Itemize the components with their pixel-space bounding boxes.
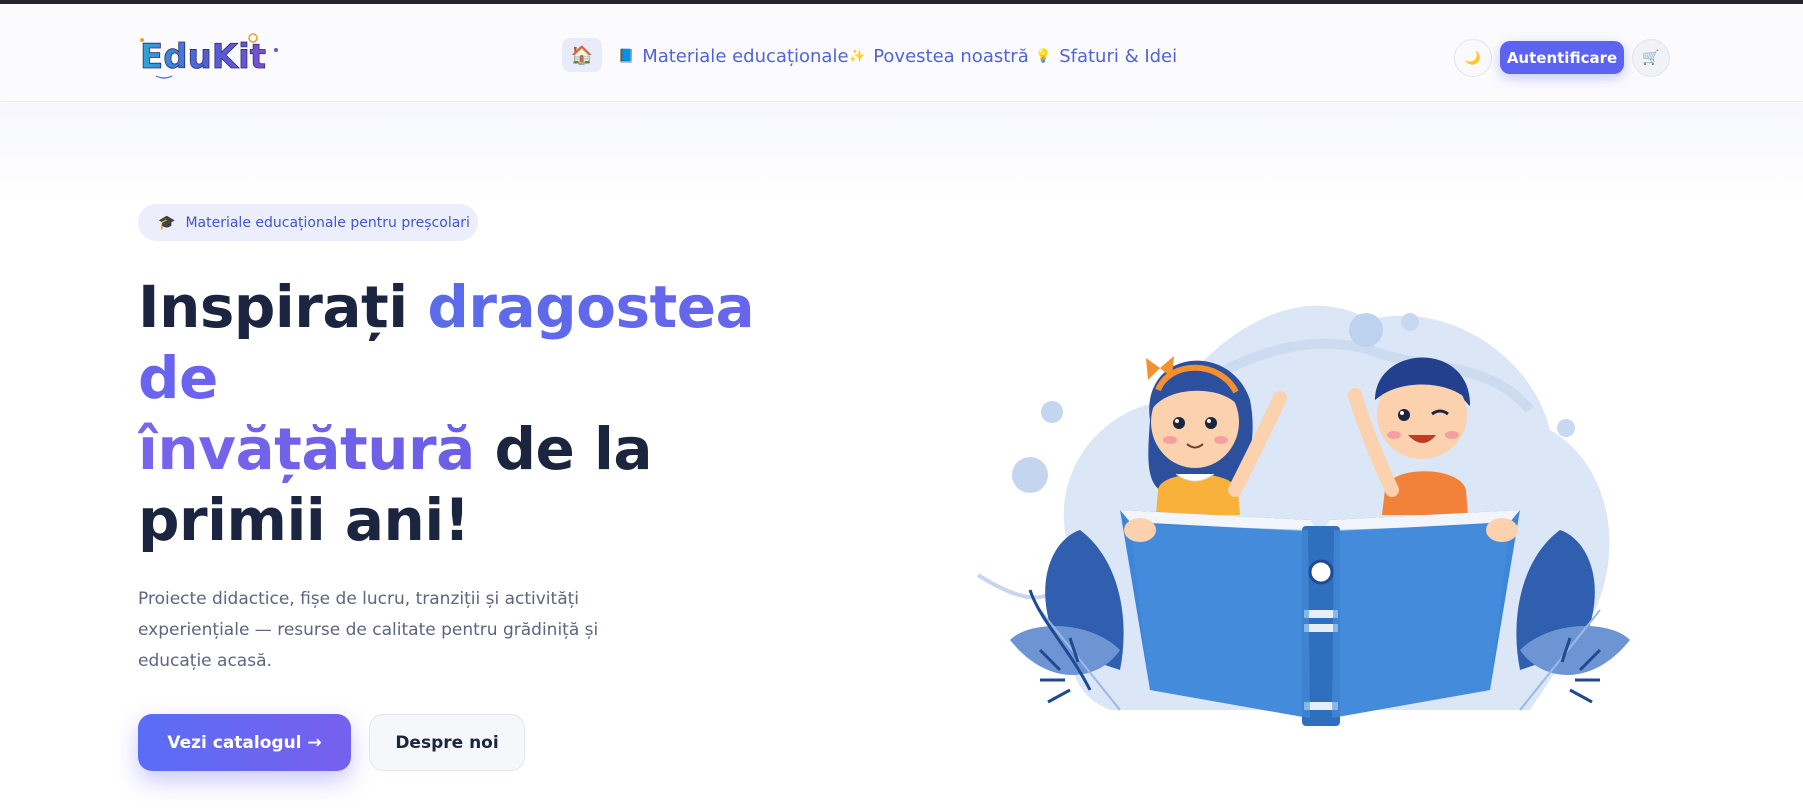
badge-text: Materiale educaționale pentru preșcolari <box>185 214 470 231</box>
nav-home-button[interactable]: 🏠 <box>562 38 602 72</box>
cart-button[interactable]: 🛒 <box>1632 39 1670 77</box>
about-button[interactable]: Despre noi <box>369 714 525 771</box>
svg-text:EduKit: EduKit <box>140 37 266 77</box>
books-icon: 📘 <box>618 48 635 64</box>
hero-badge: 🎓 Materiale educaționale pentru preșcola… <box>138 204 478 241</box>
hero-description: Proiecte didactice, fișe de lucru, tranz… <box>138 589 599 671</box>
hero-title: Inspirați dragostea de învățătură de la p… <box>138 272 758 556</box>
lightbulb-icon: 💡 <box>1035 48 1052 64</box>
graduation-cap-icon: 🎓 <box>158 214 176 231</box>
login-button[interactable]: Autentificare <box>1500 41 1624 74</box>
nav-item-label: Sfaturi & Idei <box>1059 45 1178 67</box>
theme-toggle-button[interactable]: 🌙 <box>1454 39 1492 77</box>
edukit-logo[interactable]: EduKit <box>136 28 286 84</box>
sparkle-icon: ✨ <box>849 48 866 64</box>
cart-icon: 🛒 <box>1642 50 1660 66</box>
nav-item-povestea[interactable]: ✨ Povestea noastră <box>849 43 1029 69</box>
nav-item-label: Materiale educaționale <box>642 45 849 67</box>
title-part1: Inspirați <box>138 273 428 341</box>
house-icon: 🏠 <box>570 44 594 66</box>
kids-reading-illustration <box>976 305 1630 726</box>
site-header: EduKit 🏠 📘 Materiale educaționale ✨ Pove… <box>0 4 1803 102</box>
title-highlight2: învățătură <box>138 415 475 483</box>
nav-item-materiale[interactable]: 📘 Materiale educaționale <box>618 43 849 69</box>
moon-icon: 🌙 <box>1464 50 1482 66</box>
nav-item-sfaturi[interactable]: 💡 Sfaturi & Idei <box>1035 43 1177 69</box>
nav-item-label: Povestea noastră <box>873 45 1029 67</box>
catalog-button[interactable]: Vezi catalogul → <box>138 714 351 771</box>
